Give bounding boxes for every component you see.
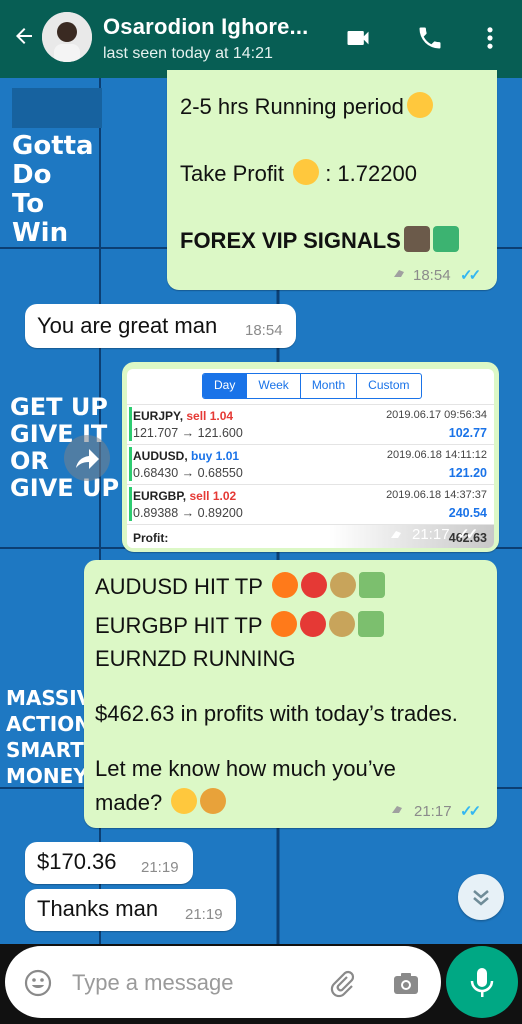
camera-icon[interactable] (391, 968, 421, 998)
message-time: 18:54 (413, 267, 451, 284)
trade-symbol: EURJPY, sell 1.04 (133, 409, 234, 423)
person-raising-hand-emoji (200, 788, 227, 814)
trade-rates: 121.707 → 121.600 (133, 426, 243, 440)
mic-icon (470, 968, 494, 997)
check-mark-emoji (432, 226, 459, 252)
wallpaper-text-gotta: Gotta Do To Win (12, 131, 94, 249)
profit-label: Profit: (133, 531, 169, 545)
fire-emoji (271, 611, 298, 637)
teacher-emoji (403, 226, 430, 252)
fire-emoji (271, 572, 298, 598)
trade-row-marker (129, 447, 132, 481)
attach-icon[interactable] (327, 968, 357, 998)
forward-button[interactable] (64, 435, 110, 481)
chat-header: Osarodion Ighore... last seen today at 1… (0, 0, 522, 78)
trade-row: EURJPY, sell 1.04 121.707 → 121.600 2019… (127, 404, 494, 444)
hugging-face-emoji (406, 92, 433, 118)
target-emoji (300, 611, 327, 637)
forward-icon (76, 449, 99, 469)
message-bubble-outgoing[interactable]: AUDUSD HIT TP EURGBP HIT TP EURNZD RUNNI… (84, 560, 497, 828)
trade-profit: 121.20 (448, 466, 487, 480)
message-time: 21:19 (141, 859, 179, 876)
scroll-to-bottom-button[interactable] (458, 874, 504, 920)
message-line: $462.63 in profits with today’s trades. (95, 701, 458, 726)
message-text: Thanks man (37, 896, 159, 921)
scroll-down-icon (473, 890, 489, 906)
star-icon (391, 531, 401, 538)
message-input[interactable]: Type a message (72, 970, 233, 996)
trade-row-marker (129, 407, 132, 441)
wallpaper-text-massive: MASSIV ACTION SMART MONEY (6, 686, 93, 788)
message-line: 2-5 hrs Running period (180, 92, 433, 120)
trade-history-screenshot[interactable]: Day Week Month Custom EURJPY, sell 1.04 … (127, 369, 494, 548)
star-icon (392, 806, 402, 813)
trade-profit: 240.54 (448, 506, 487, 520)
trade-rates: 0.68430 → 0.68550 (133, 466, 243, 480)
message-line: made? (95, 788, 227, 816)
read-receipt-icon: ✓✓ (457, 526, 478, 543)
message-bubble-incoming[interactable]: $170.36 21:19 (25, 842, 193, 884)
message-time: 21:17 (414, 803, 452, 820)
trade-profit: 102.77 (448, 426, 487, 440)
contact-name[interactable]: Osarodion Ighore... (103, 14, 309, 40)
emoji-icon[interactable] (23, 968, 53, 998)
tab-day: Day (203, 374, 248, 398)
last-seen-status: last seen today at 14:21 (103, 45, 273, 62)
money-wings-emoji (358, 572, 385, 598)
tab-month: Month (301, 374, 358, 398)
trade-datetime: 2019.06.18 14:37:37 (386, 489, 487, 501)
trade-row-marker (129, 487, 132, 521)
read-receipt-icon: ✓✓ (460, 267, 481, 284)
money-mouth-face-emoji (171, 788, 198, 814)
trade-row: AUDUSD, buy 1.01 0.68430 → 0.68550 2019.… (127, 444, 494, 484)
message-bubble-incoming[interactable]: You are great man 18:54 (25, 304, 296, 348)
trade-datetime: 2019.06.17 09:56:34 (386, 409, 487, 421)
voice-message-button[interactable] (446, 946, 518, 1018)
money-bag-emoji (329, 572, 356, 598)
trade-datetime: 2019.06.18 14:11:12 (386, 449, 487, 461)
money-wings-emoji (358, 611, 385, 637)
tab-week: Week (247, 374, 301, 398)
message-time: 21:17 (412, 526, 450, 543)
message-text: You are great man (37, 313, 218, 338)
message-line: AUDUSD HIT TP (95, 572, 385, 600)
message-line: Take Profit : 1.72200 (180, 159, 417, 186)
trade-rates: 0.89388 → 0.89200 (133, 506, 243, 520)
back-arrow-icon[interactable] (12, 24, 36, 48)
target-emoji (300, 572, 327, 598)
message-line: EURNZD RUNNING (95, 646, 296, 671)
message-bubble-outgoing[interactable]: 2-5 hrs Running period Take Profit : 1.7… (167, 70, 497, 290)
message-bubble-incoming[interactable]: Thanks man 21:19 (25, 889, 236, 931)
period-tabs: Day Week Month Custom (202, 373, 422, 399)
trade-row: EURGBP, sell 1.02 0.89388 → 0.89200 2019… (127, 484, 494, 524)
video-call-icon[interactable] (344, 24, 372, 52)
money-bag-emoji (329, 611, 356, 637)
read-receipt-icon: ✓✓ (460, 803, 481, 820)
phone-icon[interactable] (416, 24, 444, 52)
avatar[interactable] (42, 12, 92, 62)
message-time: 18:54 (245, 322, 283, 339)
message-line: Let me know how much you’ve (95, 756, 396, 781)
tab-custom: Custom (368, 378, 410, 392)
message-text: $170.36 (37, 849, 117, 874)
star-icon (394, 270, 404, 277)
hugging-face-emoji (293, 159, 320, 185)
message-time: 21:19 (185, 906, 223, 923)
message-line: FOREX VIP SIGNALS (180, 226, 459, 254)
message-composer: Type a message (5, 946, 441, 1018)
message-line: EURGBP HIT TP (95, 611, 385, 639)
trade-symbol: AUDUSD, buy 1.01 (133, 449, 240, 463)
more-vert-icon[interactable] (476, 24, 504, 52)
trade-symbol: EURGBP, sell 1.02 (133, 489, 237, 503)
